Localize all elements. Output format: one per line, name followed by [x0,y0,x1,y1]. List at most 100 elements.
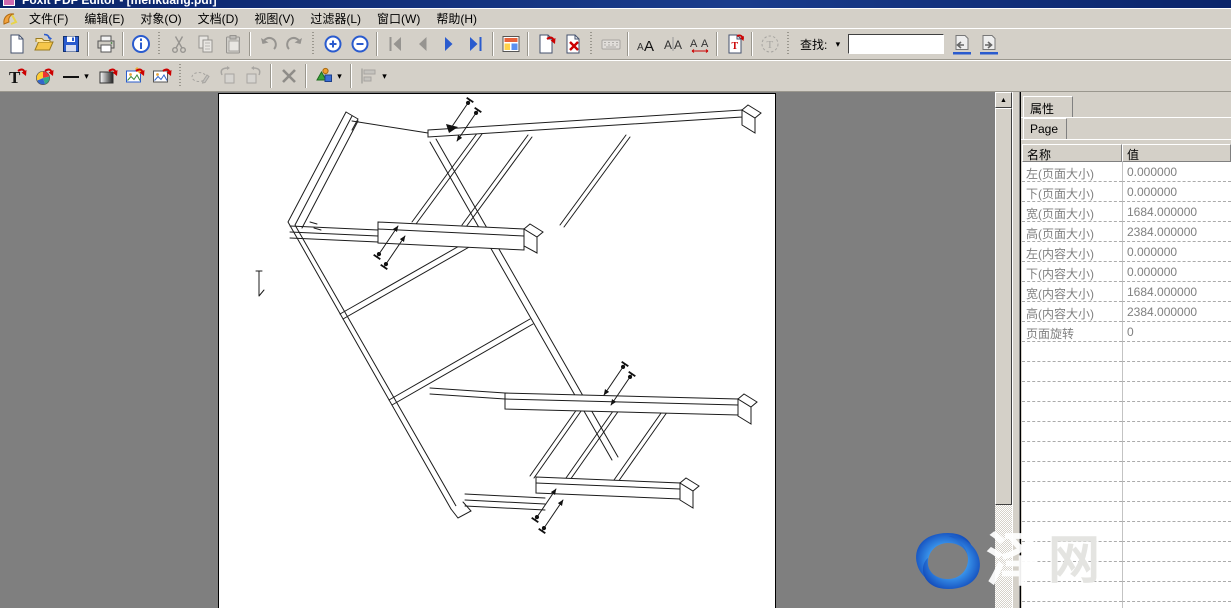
property-value[interactable]: 1684.000000 [1122,202,1231,222]
menu-file[interactable]: 文件(F) [21,8,76,29]
property-value[interactable]: 0.000000 [1122,162,1231,182]
rotate-left-button[interactable] [213,63,240,89]
dropdown-caret[interactable]: ▾ [335,64,345,88]
toolbar-separator [751,32,753,56]
toolbar-separator [527,32,529,56]
save-document-button[interactable] [57,31,84,57]
property-name: 下(内容大小) [1022,262,1122,282]
page-drawing [219,94,775,607]
vertical-scrollbar[interactable]: ▲ [995,92,1012,608]
property-value[interactable]: 0.000000 [1122,262,1231,282]
menu-window[interactable]: 窗口(W) [369,8,428,29]
paste-button[interactable] [219,31,246,57]
prop-column-header-value[interactable]: 值 [1122,144,1231,162]
zoom-out-button[interactable] [346,31,373,57]
dropdown-caret[interactable]: ▾ [380,64,390,88]
menu-filter[interactable]: 过滤器(L) [302,8,369,29]
property-value[interactable]: 0.000000 [1122,242,1231,262]
keyboard-button[interactable] [597,31,624,57]
delete-page-button[interactable] [559,31,586,57]
open-document-button[interactable] [30,31,57,57]
menu-edit[interactable]: 编辑(E) [76,8,132,29]
print-button[interactable] [92,31,119,57]
property-name: 左(页面大小) [1022,162,1122,182]
copy-button[interactable] [192,31,219,57]
application-window: { "window": { "title": "Foxit PDF Editor… [0,0,1231,608]
property-row-empty [1022,522,1231,542]
property-row: 宽(内容大小)1684.000000 [1022,282,1231,302]
prop-column-header-name[interactable]: 名称 [1022,144,1122,162]
add-shading-button[interactable] [94,63,121,89]
document-icon[interactable] [2,11,18,27]
deselect-button[interactable] [186,63,213,89]
property-value[interactable]: 1684.000000 [1122,282,1231,302]
toolbar-gripper [786,32,791,56]
menu-help[interactable]: 帮助(H) [428,8,485,29]
font-replace-button[interactable]: AA [632,31,659,57]
property-name: 页面旋转 [1022,322,1122,342]
font-spacing-button[interactable]: AA [686,31,713,57]
undo-button[interactable] [254,31,281,57]
new-document-button[interactable] [3,31,30,57]
property-value[interactable]: 0.000000 [1122,182,1231,202]
menu-items: 文件(F)编辑(E)对象(O)文档(D)视图(V)过滤器(L)窗口(W)帮助(H… [21,9,485,28]
properties-tab[interactable]: 属性 [1023,96,1073,117]
find-previous-button[interactable] [948,31,975,57]
toolbar-gripper [589,32,594,56]
property-value[interactable]: 2384.000000 [1122,302,1231,322]
document-info-button[interactable] [127,31,154,57]
text-cursor-mark [256,271,264,296]
last-page-button[interactable] [462,31,489,57]
insert-page-button[interactable] [532,31,559,57]
svg-text:A: A [674,38,682,52]
property-row: 页面旋转0 [1022,322,1231,342]
text-tool-button[interactable]: T [756,31,783,57]
cut-button[interactable] [165,31,192,57]
edit-image-button[interactable] [121,63,148,89]
page-thumbnails-button[interactable] [497,31,524,57]
menu-object[interactable]: 对象(O) [132,8,189,29]
insert-text-button[interactable]: T [721,31,748,57]
tab-divider [1021,139,1231,140]
app-icon [3,0,15,6]
find-input[interactable] [848,34,944,54]
zoom-in-button[interactable] [319,31,346,57]
property-row-empty [1022,602,1231,608]
menu-view[interactable]: 视图(V) [246,8,302,29]
add-text-button[interactable]: T [3,63,30,89]
font-kerning-button[interactable]: AA [659,31,686,57]
pdf-page[interactable] [218,93,776,608]
toolbar-separator [87,32,89,56]
toolbar-separator [350,64,352,88]
toolbar-separator [492,32,494,56]
property-row: 左(页面大小)0.000000 [1022,162,1231,182]
redo-button[interactable] [281,31,308,57]
find-history-caret[interactable]: ▾ [831,32,844,56]
scroll-thumb[interactable] [995,108,1012,505]
svg-text:A: A [644,38,654,55]
scroll-up-button[interactable]: ▲ [995,92,1012,108]
panel-splitter[interactable] [1012,92,1020,608]
property-name: 宽(页面大小) [1022,202,1122,222]
next-page-button[interactable] [435,31,462,57]
insert-shapes-button[interactable]: ▾ [310,63,347,89]
find-next-button[interactable] [975,31,1002,57]
property-row-empty [1022,422,1231,442]
property-value[interactable]: 0 [1122,322,1231,342]
svg-text:T: T [731,41,738,52]
prop-table-header: 名称值 [1022,144,1231,162]
align-objects-button[interactable]: ▾ [355,63,392,89]
rotate-right-button[interactable] [240,63,267,89]
property-row-empty [1022,382,1231,402]
add-color-button[interactable] [30,63,57,89]
add-image-button[interactable] [148,63,175,89]
property-value[interactable]: 2384.000000 [1122,222,1231,242]
line-style-button[interactable]: ▾ [57,63,94,89]
page-tab[interactable]: Page [1023,118,1067,139]
previous-page-button[interactable] [408,31,435,57]
delete-object-button[interactable] [275,63,302,89]
first-page-button[interactable] [381,31,408,57]
document-area: ▲ 属性 Page 名称值 左(页面大小)0.000000下(页面大小)0.00… [0,92,1231,608]
dropdown-caret[interactable]: ▾ [82,64,92,88]
menu-document[interactable]: 文档(D) [190,8,247,29]
